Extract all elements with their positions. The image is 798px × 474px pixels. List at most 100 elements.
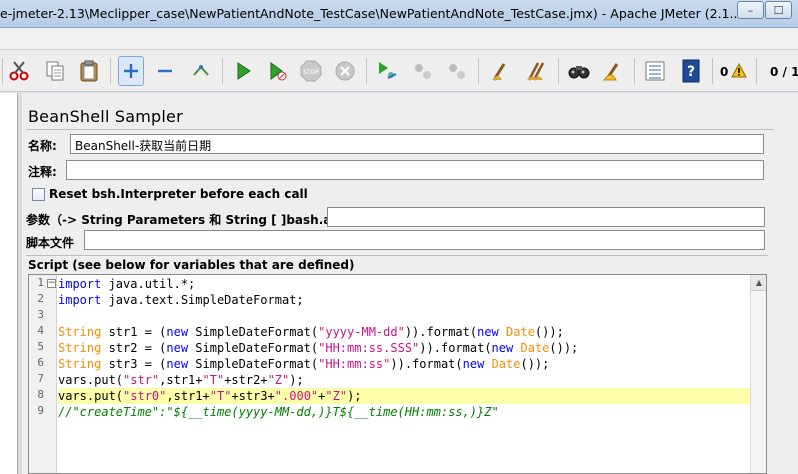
code-token: "T" bbox=[202, 373, 225, 387]
code-token: ); bbox=[347, 389, 362, 403]
code-token: java.text.SimpleDateFormat; bbox=[101, 293, 304, 307]
stop-icon[interactable]: STOP bbox=[298, 56, 324, 86]
code-line: import java.util.*; bbox=[58, 276, 766, 292]
line-number-gutter: − 1 2 3 4 5 6 7 8 9 bbox=[29, 275, 57, 473]
code-token: )). bbox=[404, 325, 427, 339]
line-number: 9 bbox=[37, 404, 44, 417]
remote-start-icon[interactable] bbox=[374, 56, 400, 86]
code-line: String str2 = (new SimpleDateFormat("HH:… bbox=[58, 340, 766, 356]
thread-count: 0 / 1 bbox=[770, 65, 798, 79]
window-title: e-jmeter-2.13\Meclipper_case\NewPatientA… bbox=[0, 6, 742, 21]
script-file-label: 脚本文件 bbox=[26, 236, 75, 250]
start-icon[interactable] bbox=[230, 56, 256, 86]
start-no-timers-icon[interactable] bbox=[264, 56, 290, 86]
name-label: 名称: bbox=[28, 139, 57, 153]
code-token: Date bbox=[506, 325, 535, 339]
test-plan-tree[interactable] bbox=[0, 93, 18, 474]
code-token: new bbox=[491, 341, 514, 355]
code-token: //"createTime":"${__time(yyyy-MM-dd,)}T$… bbox=[58, 405, 499, 419]
code-token: ()); bbox=[534, 325, 564, 339]
code-line: vars.put("str0",str1+"T"+str3+".000"+"Z"… bbox=[58, 388, 766, 404]
code-token: import bbox=[58, 277, 102, 291]
code-token: format( bbox=[426, 325, 478, 339]
paste-icon[interactable] bbox=[76, 56, 102, 86]
code-token: str2 = ( bbox=[101, 341, 167, 355]
code-token: )). bbox=[390, 357, 413, 371]
error-count: 0 bbox=[720, 65, 729, 79]
shutdown-icon[interactable] bbox=[332, 56, 358, 86]
parameters-field[interactable] bbox=[327, 207, 765, 227]
toggle-icon[interactable] bbox=[188, 56, 214, 86]
code-token: new bbox=[166, 325, 189, 339]
code-token: String bbox=[58, 325, 102, 339]
comment-label: 注释: bbox=[28, 165, 57, 179]
function-helper-icon[interactable] bbox=[642, 56, 668, 86]
menu-bar bbox=[0, 28, 798, 50]
remote-stop-icon[interactable] bbox=[410, 56, 436, 86]
vertical-scrollbar[interactable]: ▲ bbox=[750, 275, 766, 473]
reset-interpreter-label: Reset bsh.Interpreter before each call bbox=[49, 187, 308, 201]
code-token: "HH:mm:ss" bbox=[318, 357, 391, 371]
fold-toggle-icon[interactable]: − bbox=[47, 279, 56, 288]
divider bbox=[26, 129, 774, 130]
name-field[interactable]: BeanShell-获取当前日期 bbox=[70, 134, 764, 154]
page-title: BeanShell Sampler bbox=[28, 107, 183, 126]
code-token: "Z" bbox=[267, 373, 290, 387]
code-token: ,str1+ bbox=[166, 389, 210, 403]
svg-text:?: ? bbox=[687, 64, 695, 80]
code-line: vars.put("str",str1+"T"+str2+"Z"); bbox=[58, 372, 766, 388]
line-number: 1 bbox=[37, 276, 44, 289]
script-file-field[interactable] bbox=[84, 230, 765, 250]
code-token: str3 = ( bbox=[101, 357, 167, 371]
code-token: SimpleDateFormat( bbox=[188, 325, 319, 339]
search-icon[interactable] bbox=[566, 56, 592, 86]
comment-field[interactable] bbox=[66, 160, 764, 180]
remote-shutdown-icon[interactable] bbox=[444, 56, 470, 86]
divider bbox=[26, 255, 768, 256]
code-token: "str0" bbox=[123, 389, 167, 403]
code-line: String str3 = (new SimpleDateFormat("HH:… bbox=[58, 356, 766, 372]
code-token: ); bbox=[289, 373, 304, 387]
code-token: ()); bbox=[520, 357, 550, 371]
code-token: ,str1+ bbox=[159, 373, 203, 387]
code-token: +str3+ bbox=[231, 389, 275, 403]
parameters-label: 参数（-> String Parameters 和 String [ ]bash… bbox=[26, 213, 366, 227]
script-label: Script (see below for variables that are… bbox=[28, 258, 355, 272]
code-token: "Z" bbox=[325, 389, 348, 403]
reset-search-icon[interactable] bbox=[600, 56, 626, 86]
code-token: "T" bbox=[209, 389, 232, 403]
collapse-all-icon[interactable] bbox=[152, 56, 178, 86]
code-token: Date bbox=[491, 357, 521, 371]
scroll-up-icon[interactable]: ▲ bbox=[751, 275, 766, 291]
code-token: new bbox=[462, 357, 485, 371]
code-token: +str2+ bbox=[224, 373, 268, 387]
reset-interpreter-checkbox[interactable] bbox=[32, 188, 45, 201]
clear-all-icon[interactable] bbox=[524, 56, 550, 86]
code-token: vars.put( bbox=[58, 373, 124, 387]
code-token: "yyyy-MM-dd" bbox=[318, 325, 405, 339]
script-editor[interactable]: − 123456789 import java.util.*; import ja… bbox=[28, 274, 767, 474]
code-token: import bbox=[58, 293, 102, 307]
line-number: 2 bbox=[37, 292, 44, 305]
code-line: String str1 = (new SimpleDateFormat("yyy… bbox=[58, 324, 766, 340]
line-number: 6 bbox=[37, 356, 44, 369]
help-icon[interactable]: ? bbox=[678, 56, 704, 86]
code-token: new bbox=[477, 325, 499, 339]
clear-icon[interactable] bbox=[488, 56, 514, 86]
line-number: 8 bbox=[37, 388, 44, 401]
code-token: "HH:mm:ss.SSS" bbox=[318, 341, 420, 355]
minimize-button[interactable]: – bbox=[737, 1, 764, 19]
cut-icon[interactable] bbox=[6, 56, 32, 86]
expand-all-icon[interactable] bbox=[118, 56, 144, 86]
svg-text:STOP: STOP bbox=[303, 69, 319, 76]
code-token: SimpleDateFormat( bbox=[188, 341, 319, 355]
maximize-button[interactable]: ☐ bbox=[765, 1, 792, 19]
line-number: 5 bbox=[37, 340, 44, 353]
code-token: format( bbox=[440, 341, 492, 355]
warning-icon bbox=[731, 62, 747, 81]
code-token: "str" bbox=[123, 373, 160, 387]
copy-icon[interactable] bbox=[42, 56, 68, 86]
